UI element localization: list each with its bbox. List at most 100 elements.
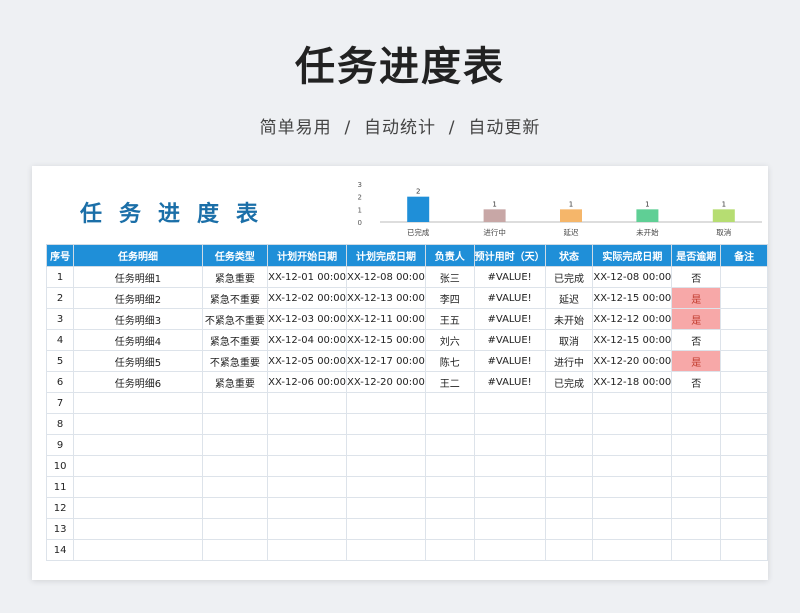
cell-plan-start[interactable] — [267, 455, 348, 477]
cell-task[interactable] — [73, 434, 203, 456]
cell-owner[interactable] — [424, 434, 475, 456]
cell-est-days[interactable] — [473, 539, 546, 561]
cell-overdue[interactable]: 是 — [671, 308, 722, 330]
cell-remark[interactable] — [720, 518, 768, 540]
cell-plan-end[interactable]: XX-12-17 00:00 — [346, 350, 426, 372]
column-header-actual-end[interactable]: 实际完成日期 — [592, 244, 673, 267]
cell-task[interactable] — [73, 518, 203, 540]
cell-status[interactable] — [544, 392, 594, 414]
cell-plan-end[interactable] — [346, 392, 426, 414]
cell-status[interactable]: 延迟 — [544, 287, 594, 309]
cell-owner[interactable] — [424, 518, 475, 540]
cell-plan-end[interactable] — [346, 413, 426, 435]
column-header-status[interactable]: 状态 — [544, 244, 594, 267]
cell-plan-start[interactable] — [267, 518, 348, 540]
cell-est-days[interactable] — [473, 455, 546, 477]
cell-remark[interactable] — [720, 329, 768, 351]
cell-est-days[interactable]: #VALUE! — [473, 350, 546, 372]
cell-status[interactable] — [544, 518, 594, 540]
cell-task[interactable]: 任务明细6 — [73, 371, 203, 393]
cell-actual-end[interactable] — [592, 413, 673, 435]
cell-remark[interactable] — [720, 371, 768, 393]
column-header-est-days[interactable]: 预计用时（天） — [473, 244, 546, 267]
cell-type[interactable]: 不紧急重要 — [201, 350, 269, 372]
cell-seq[interactable]: 11 — [45, 476, 75, 498]
cell-remark[interactable] — [720, 476, 768, 498]
cell-plan-end[interactable]: XX-12-20 00:00 — [346, 371, 426, 393]
column-header-task[interactable]: 任务明细 — [73, 244, 203, 267]
cell-plan-end[interactable]: XX-12-15 00:00 — [346, 329, 426, 351]
cell-type[interactable] — [201, 413, 269, 435]
cell-plan-start[interactable]: XX-12-01 00:00 — [267, 266, 348, 288]
cell-plan-end[interactable]: XX-12-08 00:00 — [346, 266, 426, 288]
cell-plan-start[interactable]: XX-12-04 00:00 — [267, 329, 348, 351]
cell-plan-end[interactable] — [346, 497, 426, 519]
cell-owner[interactable]: 陈七 — [424, 350, 475, 372]
cell-owner[interactable] — [424, 413, 475, 435]
column-header-remark[interactable]: 备注 — [720, 244, 768, 267]
cell-seq[interactable]: 4 — [45, 329, 75, 351]
cell-remark[interactable] — [720, 539, 768, 561]
cell-remark[interactable] — [720, 497, 768, 519]
cell-overdue[interactable] — [671, 392, 722, 414]
cell-plan-start[interactable]: XX-12-06 00:00 — [267, 371, 348, 393]
cell-type[interactable]: 紧急不重要 — [201, 329, 269, 351]
cell-remark[interactable] — [720, 392, 768, 414]
cell-seq[interactable]: 8 — [45, 413, 75, 435]
cell-plan-end[interactable] — [346, 434, 426, 456]
cell-type[interactable] — [201, 539, 269, 561]
cell-plan-end[interactable]: XX-12-13 00:00 — [346, 287, 426, 309]
cell-seq[interactable]: 7 — [45, 392, 75, 414]
cell-owner[interactable] — [424, 455, 475, 477]
cell-est-days[interactable] — [473, 476, 546, 498]
cell-seq[interactable]: 12 — [45, 497, 75, 519]
cell-plan-start[interactable] — [267, 392, 348, 414]
cell-owner[interactable] — [424, 497, 475, 519]
cell-actual-end[interactable] — [592, 539, 673, 561]
cell-plan-start[interactable]: XX-12-02 00:00 — [267, 287, 348, 309]
cell-remark[interactable] — [720, 287, 768, 309]
cell-plan-start[interactable] — [267, 497, 348, 519]
cell-overdue[interactable] — [671, 476, 722, 498]
column-header-type[interactable]: 任务类型 — [201, 244, 269, 267]
cell-type[interactable]: 紧急不重要 — [201, 287, 269, 309]
cell-est-days[interactable]: #VALUE! — [473, 308, 546, 330]
cell-seq[interactable]: 1 — [45, 266, 75, 288]
cell-remark[interactable] — [720, 350, 768, 372]
column-header-plan-end[interactable]: 计划完成日期 — [346, 244, 426, 267]
cell-status[interactable] — [544, 497, 594, 519]
cell-status[interactable] — [544, 476, 594, 498]
cell-remark[interactable] — [720, 308, 768, 330]
column-header-seq[interactable]: 序号 — [45, 244, 75, 267]
cell-type[interactable]: 不紧急不重要 — [201, 308, 269, 330]
cell-type[interactable] — [201, 392, 269, 414]
cell-seq[interactable]: 2 — [45, 287, 75, 309]
cell-actual-end[interactable] — [592, 476, 673, 498]
cell-est-days[interactable]: #VALUE! — [473, 329, 546, 351]
cell-type[interactable]: 紧急重要 — [201, 371, 269, 393]
cell-owner[interactable] — [424, 392, 475, 414]
cell-plan-end[interactable] — [346, 476, 426, 498]
cell-task[interactable] — [73, 392, 203, 414]
cell-remark[interactable] — [720, 434, 768, 456]
cell-actual-end[interactable]: XX-12-18 00:00 — [592, 371, 673, 393]
cell-task[interactable]: 任务明细4 — [73, 329, 203, 351]
cell-actual-end[interactable]: XX-12-15 00:00 — [592, 287, 673, 309]
cell-type[interactable] — [201, 455, 269, 477]
cell-type[interactable]: 紧急重要 — [201, 266, 269, 288]
cell-task[interactable] — [73, 539, 203, 561]
cell-status[interactable]: 进行中 — [544, 350, 594, 372]
cell-actual-end[interactable] — [592, 518, 673, 540]
cell-actual-end[interactable]: XX-12-12 00:00 — [592, 308, 673, 330]
cell-seq[interactable]: 9 — [45, 434, 75, 456]
cell-plan-start[interactable] — [267, 413, 348, 435]
cell-plan-start[interactable] — [267, 476, 348, 498]
cell-seq[interactable]: 13 — [45, 518, 75, 540]
cell-plan-end[interactable]: XX-12-11 00:00 — [346, 308, 426, 330]
cell-task[interactable] — [73, 497, 203, 519]
cell-type[interactable] — [201, 497, 269, 519]
cell-actual-end[interactable] — [592, 455, 673, 477]
cell-owner[interactable]: 刘六 — [424, 329, 475, 351]
cell-est-days[interactable]: #VALUE! — [473, 287, 546, 309]
cell-actual-end[interactable] — [592, 434, 673, 456]
